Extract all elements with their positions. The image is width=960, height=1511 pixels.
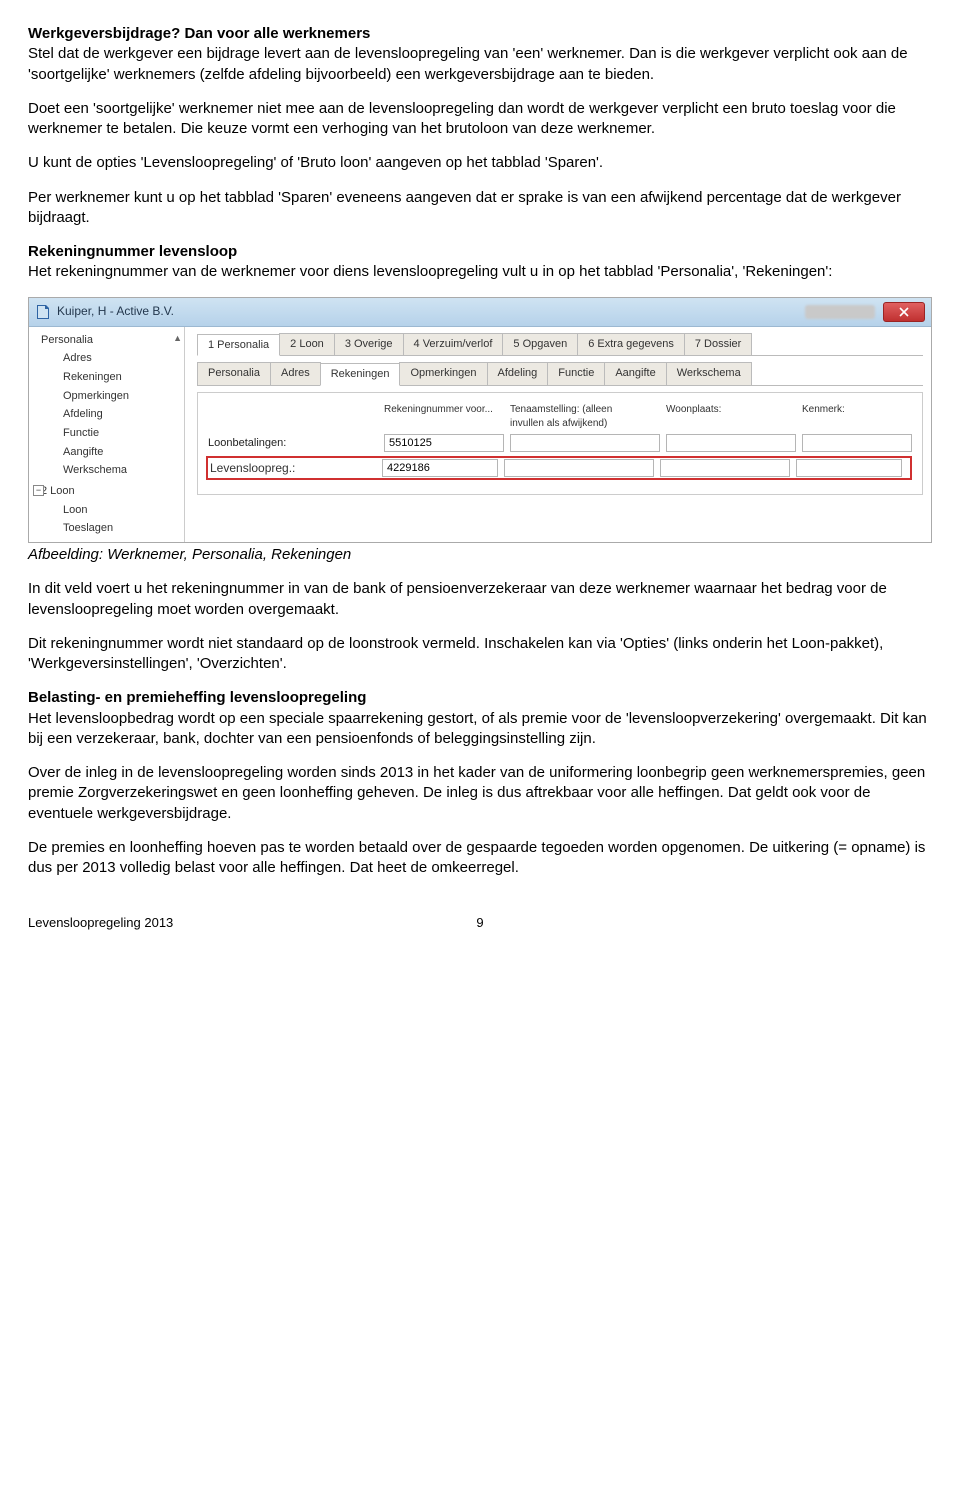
tenaamstelling-input[interactable]	[510, 434, 660, 452]
titlebar: Kuiper, H - Active B.V.	[29, 298, 931, 327]
subtab-werkschema[interactable]: Werkschema	[666, 362, 752, 385]
tab-personalia[interactable]: 1 Personalia	[197, 334, 280, 357]
levensloop-input[interactable]	[382, 459, 498, 477]
tab-verzuim[interactable]: 4 Verzuim/verlof	[403, 333, 504, 356]
blurred-region	[805, 305, 875, 319]
subtab-adres[interactable]: Adres	[270, 362, 321, 385]
col-header: invullen als afwijkend)	[510, 418, 607, 429]
tree-node[interactable]: Adres	[35, 349, 182, 368]
tree-node[interactable]: Functie	[35, 424, 182, 443]
subtab-aangifte[interactable]: Aangifte	[604, 362, 666, 385]
heading-rekeningnummer: Rekeningnummer levensloop	[28, 243, 237, 260]
tree-node[interactable]: Toeslagen	[35, 519, 182, 538]
paragraph: Dit rekeningnummer wordt niet standaard …	[28, 634, 932, 675]
subtab-functie[interactable]: Functie	[547, 362, 605, 385]
tree-node[interactable]: Aangifte	[35, 443, 182, 462]
paragraph: Over de inleg in de levensloopregeling w…	[28, 763, 932, 824]
heading-werkgeversbijdrage: Werkgeversbijdrage? Dan voor alle werkne…	[28, 25, 370, 42]
woonplaats-input[interactable]	[666, 434, 796, 452]
woonplaats-input[interactable]	[660, 459, 790, 477]
rekeningen-panel: Rekeningnummer voor... Tenaamstelling: (…	[197, 392, 923, 495]
kenmerk-input[interactable]	[802, 434, 912, 452]
heading-belasting: Belasting- en premieheffing levensloopre…	[28, 689, 366, 706]
col-header: Tenaamstelling: (alleen	[510, 404, 612, 415]
paragraph: De premies en loonheffing hoeven pas te …	[28, 838, 932, 879]
tree-node[interactable]: Werkschema	[35, 461, 182, 480]
app-icon	[35, 304, 51, 320]
tab-overige[interactable]: 3 Overige	[334, 333, 404, 356]
kenmerk-input[interactable]	[796, 459, 902, 477]
subtab-afdeling[interactable]: Afdeling	[487, 362, 549, 385]
paragraph: Per werknemer kunt u op het tabblad 'Spa…	[28, 188, 932, 229]
subtab-opmerkingen[interactable]: Opmerkingen	[399, 362, 487, 385]
tab-extra[interactable]: 6 Extra gegevens	[577, 333, 685, 356]
main-tabs: 1 Personalia 2 Loon 3 Overige 4 Verzuim/…	[197, 333, 923, 357]
footer-text: Levensloopregeling 2013	[28, 914, 460, 932]
screenshot-window: Kuiper, H - Active B.V. ▲ Personalia Adr…	[28, 297, 932, 544]
page-footer: Levensloopregeling 2013 9	[28, 914, 932, 932]
tenaamstelling-input[interactable]	[504, 459, 654, 477]
col-header: Woonplaats:	[666, 403, 796, 430]
paragraph: In dit veld voert u het rekeningnummer i…	[28, 579, 932, 620]
tree-node-loon[interactable]: 2 Loon	[41, 485, 75, 497]
row-label: Levensloopreg.:	[210, 460, 376, 476]
nav-tree[interactable]: ▲ Personalia Adres Rekeningen Opmerkinge…	[29, 327, 185, 543]
tree-node[interactable]: Opmerkingen	[35, 387, 182, 406]
subtab-personalia[interactable]: Personalia	[197, 362, 271, 385]
col-header: Kenmerk:	[802, 403, 912, 430]
paragraph: Het levensloopbedrag wordt op een specia…	[28, 710, 927, 747]
table-row: Loonbetalingen:	[208, 434, 912, 452]
paragraph: Stel dat de werkgever een bijdrage lever…	[28, 45, 908, 82]
window-title: Kuiper, H - Active B.V.	[57, 303, 805, 319]
paragraph: U kunt de opties 'Levensloopregeling' of…	[28, 153, 932, 173]
tree-node-personalia[interactable]: Personalia	[41, 334, 93, 346]
table-row-highlighted: Levensloopreg.:	[206, 456, 912, 480]
page-number: 9	[460, 914, 500, 932]
paragraph: Doet een 'soortgelijke' werknemer niet m…	[28, 99, 932, 140]
tree-node[interactable]: Afdeling	[35, 405, 182, 424]
tree-expander-icon[interactable]: −	[33, 485, 44, 496]
tree-node[interactable]: Loon	[35, 501, 182, 520]
tree-node[interactable]: Rekeningen	[35, 368, 182, 387]
col-header: Rekeningnummer voor...	[384, 403, 504, 430]
loonbetalingen-input[interactable]	[384, 434, 504, 452]
tab-loon[interactable]: 2 Loon	[279, 333, 335, 356]
row-label: Loonbetalingen:	[208, 436, 378, 451]
close-button[interactable]	[883, 302, 925, 322]
tab-dossier[interactable]: 7 Dossier	[684, 333, 752, 356]
tab-opgaven[interactable]: 5 Opgaven	[502, 333, 578, 356]
paragraph: Het rekeningnummer van de werknemer voor…	[28, 263, 832, 280]
subtab-rekeningen[interactable]: Rekeningen	[320, 363, 401, 386]
sub-tabs: Personalia Adres Rekeningen Opmerkingen …	[197, 362, 923, 386]
image-caption: Afbeelding: Werknemer, Personalia, Reken…	[28, 545, 932, 565]
